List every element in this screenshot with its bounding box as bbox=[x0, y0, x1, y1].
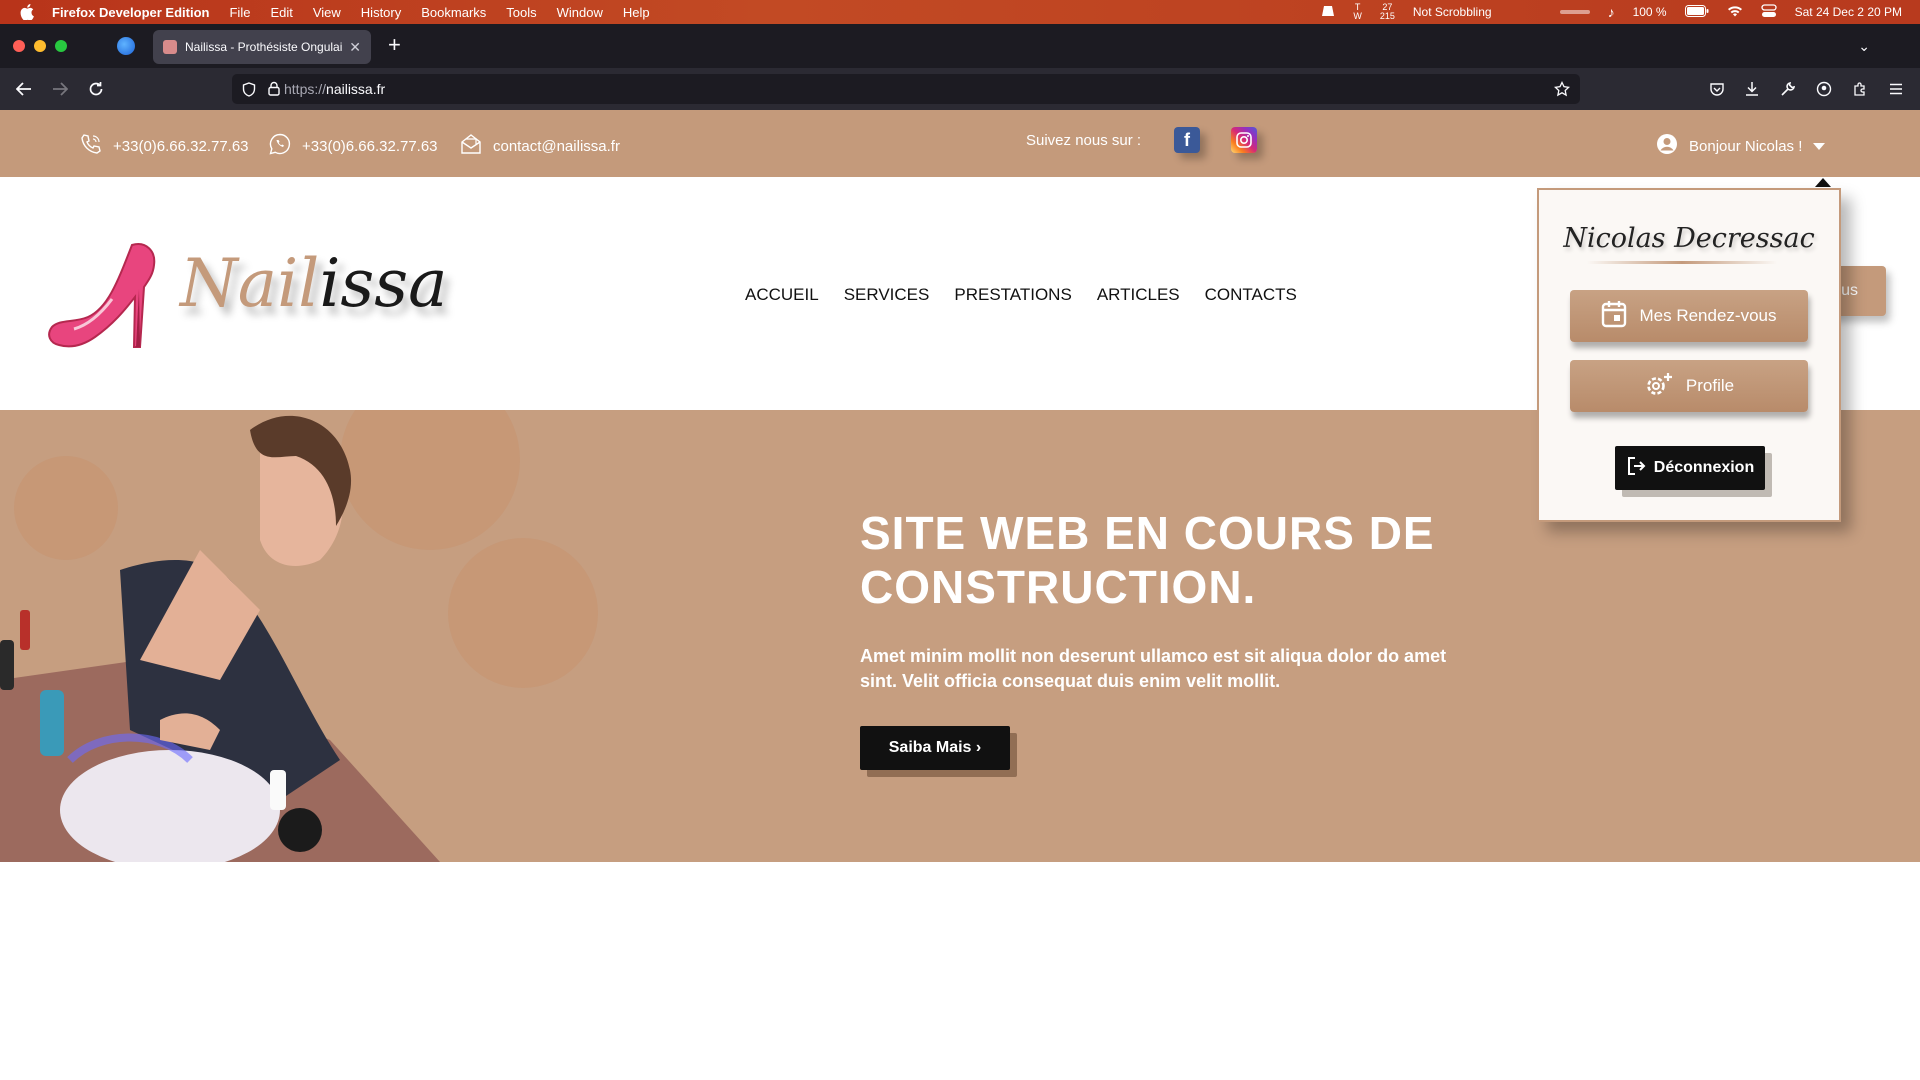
email-address: contact@nailissa.fr bbox=[493, 137, 620, 155]
hero-photo-nail-technician bbox=[0, 410, 470, 862]
url-text[interactable]: https://nailissa.fr bbox=[284, 81, 385, 97]
account-icon[interactable] bbox=[1814, 79, 1834, 99]
status-app-icon[interactable] bbox=[1321, 4, 1335, 21]
user-dropdown-menu: Nicolas Decressac Mes Rendez-vous Profil… bbox=[1537, 188, 1841, 522]
hero-title: SITE WEB EN COURS DE CONSTRUCTION. bbox=[860, 507, 1435, 613]
close-window-button[interactable] bbox=[13, 40, 25, 52]
extensions-icon[interactable] bbox=[1850, 79, 1870, 99]
menu-history[interactable]: History bbox=[361, 5, 401, 20]
high-heel-shoe-icon bbox=[44, 239, 174, 364]
decor-circle bbox=[448, 538, 598, 688]
site-logo[interactable]: Nailissa bbox=[44, 239, 448, 359]
greeting-text: Bonjour Nicolas ! bbox=[1689, 137, 1803, 155]
logo-wordmark: Nailissa bbox=[180, 245, 448, 322]
main-navigation: ACCUEIL SERVICES PRESTATIONS ARTICLES CO… bbox=[745, 285, 1297, 305]
nav-services[interactable]: SERVICES bbox=[844, 285, 930, 305]
contact-whatsapp[interactable]: +33(0)6.66.32.77.63 bbox=[268, 132, 438, 160]
appointments-label: Mes Rendez-vous bbox=[1639, 306, 1777, 325]
profile-label: Profile bbox=[1685, 376, 1735, 395]
menu-help[interactable]: Help bbox=[623, 5, 650, 20]
logout-icon bbox=[1626, 456, 1646, 481]
menu-edit[interactable]: Edit bbox=[270, 5, 292, 20]
lock-icon[interactable] bbox=[268, 81, 280, 101]
site-contact-bar: +33(0)6.66.32.77.63 +33(0)6.66.32.77.63 … bbox=[0, 110, 1920, 177]
nav-accueil[interactable]: ACCUEIL bbox=[745, 285, 819, 305]
clock[interactable]: Sat 24 Dec 2 20 PM bbox=[1795, 5, 1902, 19]
user-full-name: Nicolas Decressac bbox=[1563, 223, 1815, 254]
browser-tab-strip: Nailissa - Prothésiste Ongulaire ✕ + ⌄ bbox=[0, 24, 1920, 68]
wifi-icon[interactable] bbox=[1727, 5, 1743, 20]
facebook-icon[interactable]: f bbox=[1174, 127, 1200, 153]
browser-nav-bar: https://nailissa.fr bbox=[0, 68, 1920, 110]
hamburger-menu-icon[interactable] bbox=[1886, 79, 1906, 99]
menu-view[interactable]: View bbox=[313, 5, 341, 20]
profile-button[interactable]: Profile bbox=[1570, 360, 1808, 412]
battery-icon[interactable] bbox=[1684, 4, 1709, 20]
bookmark-star-icon[interactable] bbox=[1553, 80, 1571, 102]
back-icon[interactable] bbox=[14, 79, 34, 99]
logout-button[interactable]: Déconnexion bbox=[1615, 446, 1765, 490]
browser-tab-active[interactable]: Nailissa - Prothésiste Ongulaire ✕ bbox=[153, 30, 371, 64]
phone-icon bbox=[79, 132, 103, 160]
devtools-wrench-icon[interactable] bbox=[1778, 79, 1798, 99]
whatsapp-number: +33(0)6.66.32.77.63 bbox=[302, 137, 438, 155]
user-greeting-menu[interactable]: Bonjour Nicolas ! bbox=[1655, 132, 1826, 160]
user-avatar-icon bbox=[1655, 132, 1679, 160]
window-controls bbox=[13, 40, 67, 52]
follow-us-label: Suivez nous sur : bbox=[1026, 132, 1142, 149]
tab-title: Nailissa - Prothésiste Ongulaire bbox=[185, 40, 344, 54]
menu-tools[interactable]: Tools bbox=[506, 5, 536, 20]
control-center-icon[interactable] bbox=[1760, 3, 1777, 21]
maximize-window-button[interactable] bbox=[55, 40, 67, 52]
dropdown-pointer bbox=[1815, 178, 1831, 187]
pocket-icon[interactable] bbox=[1707, 79, 1727, 99]
macos-menu-bar: Firefox Developer Edition File Edit View… bbox=[0, 0, 1920, 24]
close-tab-icon[interactable]: ✕ bbox=[349, 39, 361, 56]
phone-number: +33(0)6.66.32.77.63 bbox=[113, 137, 249, 155]
hero-description: Amet minim mollit non deserunt ullamco e… bbox=[860, 646, 1447, 691]
my-appointments-button[interactable]: Mes Rendez-vous bbox=[1570, 290, 1808, 342]
menu-bookmarks[interactable]: Bookmarks bbox=[421, 5, 486, 20]
menu-app-name[interactable]: Firefox Developer Edition bbox=[52, 5, 209, 20]
menu-window[interactable]: Window bbox=[557, 5, 603, 20]
scrobble-status[interactable]: Not Scrobbling bbox=[1413, 5, 1492, 19]
url-bar[interactable]: https://nailissa.fr bbox=[232, 74, 1580, 104]
gear-icon bbox=[1644, 370, 1674, 403]
mail-icon bbox=[459, 132, 483, 160]
downloads-icon[interactable] bbox=[1742, 79, 1762, 99]
battery-percent: 100 % bbox=[1632, 5, 1667, 19]
caret-down-icon bbox=[1812, 138, 1826, 155]
reload-icon[interactable] bbox=[86, 79, 106, 99]
status-bar-indicator bbox=[1559, 10, 1590, 14]
learn-more-button[interactable]: Saiba Mais › bbox=[860, 726, 1010, 770]
apple-icon[interactable] bbox=[20, 4, 36, 20]
logout-label: Déconnexion bbox=[1653, 459, 1755, 476]
status-counts[interactable]: 27 215 bbox=[1380, 3, 1395, 21]
contact-phone[interactable]: +33(0)6.66.32.77.63 bbox=[79, 132, 249, 160]
nav-contacts[interactable]: CONTACTS bbox=[1205, 285, 1297, 305]
contact-email[interactable]: contact@nailissa.fr bbox=[459, 132, 620, 160]
nav-articles[interactable]: ARTICLES bbox=[1097, 285, 1180, 305]
whatsapp-icon bbox=[268, 132, 292, 160]
menu-file[interactable]: File bbox=[229, 5, 250, 20]
nav-prestations[interactable]: PRESTATIONS bbox=[954, 285, 1071, 305]
firefox-view-icon[interactable] bbox=[117, 37, 135, 55]
minimize-window-button[interactable] bbox=[34, 40, 46, 52]
music-note-icon[interactable]: ♪ bbox=[1608, 4, 1615, 20]
forward-icon[interactable] bbox=[50, 79, 70, 99]
list-all-tabs-icon[interactable]: ⌄ bbox=[1858, 38, 1870, 55]
calendar-icon bbox=[1601, 300, 1627, 333]
name-underline-divider bbox=[1587, 261, 1777, 264]
instagram-icon[interactable] bbox=[1231, 127, 1257, 153]
status-tw[interactable]: TW bbox=[1353, 3, 1362, 21]
tracking-protection-shield-icon[interactable] bbox=[242, 82, 256, 102]
site-favicon-icon bbox=[163, 40, 177, 54]
new-tab-button[interactable]: + bbox=[388, 34, 401, 56]
